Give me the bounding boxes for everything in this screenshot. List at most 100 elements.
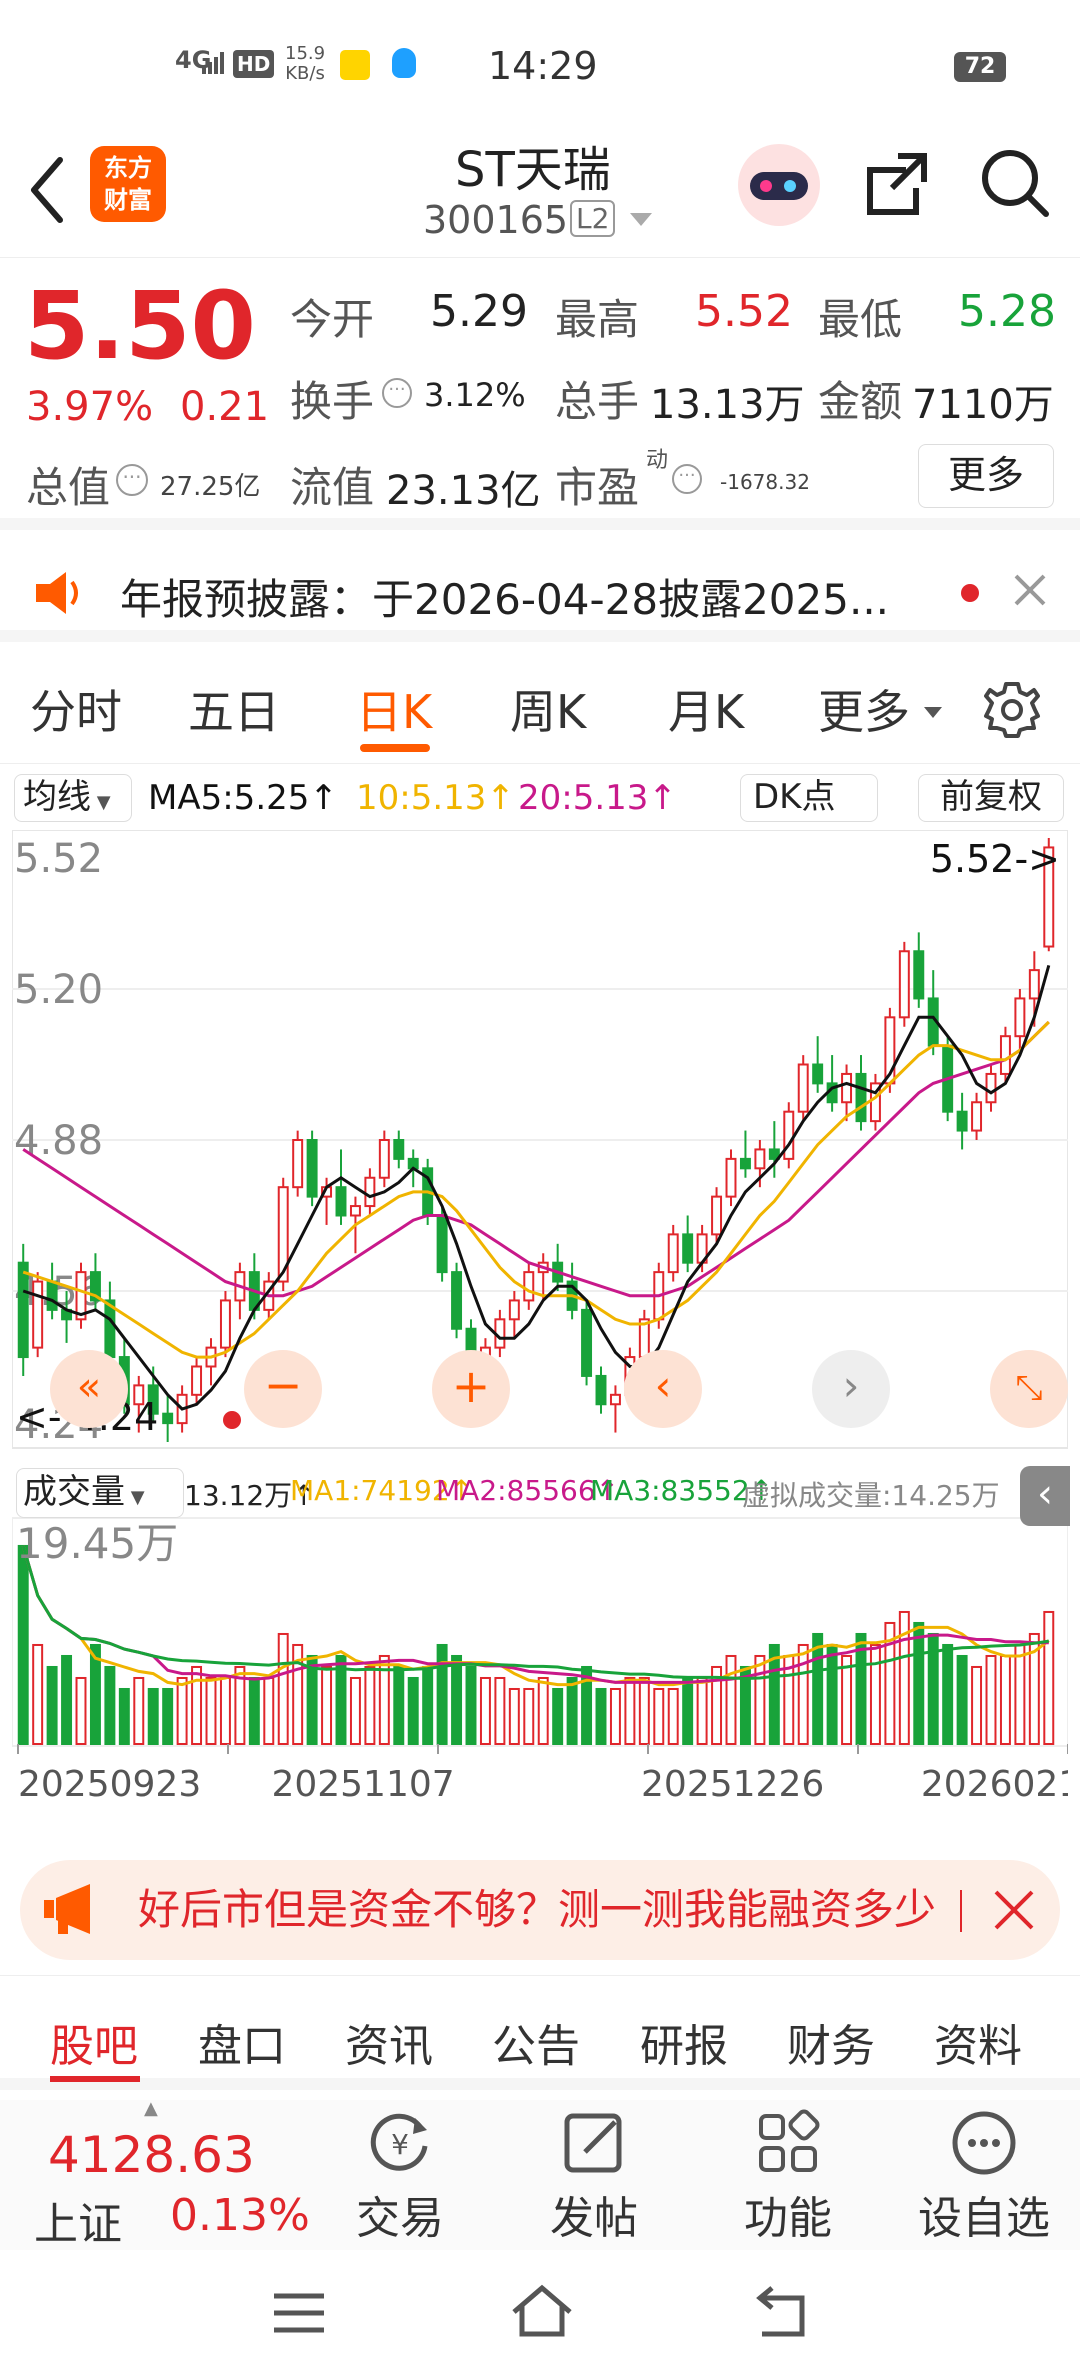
tab-financials[interactable]: 财务	[787, 2010, 875, 2074]
level2-badge[interactable]: L2	[570, 200, 616, 237]
volume-bar	[32, 1643, 44, 1746]
tab-research[interactable]: 研报	[640, 2010, 728, 2074]
tab-news[interactable]: 资讯	[345, 2010, 433, 2074]
stock-code: 300165	[423, 198, 569, 242]
signal-icon	[202, 52, 224, 74]
divider	[960, 1890, 962, 1932]
dk-point-toggle[interactable]: DK点	[740, 774, 878, 822]
quote-panel: 5.50 3.97% 0.21 总值 ··· 27.25亿 今开 5.29 最高…	[0, 258, 1080, 530]
candle-body	[581, 1308, 593, 1377]
chevron-down-icon[interactable]	[630, 212, 652, 231]
active-tab-indicator	[50, 2076, 140, 2082]
amount: 7110万	[912, 382, 1054, 428]
info-icon[interactable]: ···	[116, 464, 148, 496]
tab-weekly-k[interactable]: 周K	[510, 676, 586, 742]
volume-bar	[595, 1687, 607, 1745]
back-nav-icon[interactable]	[752, 2284, 810, 2342]
info-icon[interactable]: ···	[672, 464, 702, 494]
scroll-left-fast-icon[interactable]: «	[50, 1350, 128, 1428]
float-cap: 23.13亿	[386, 468, 541, 514]
close-icon[interactable]	[992, 1888, 1036, 1936]
add-watchlist-button[interactable]: 设自选	[904, 2108, 1064, 2248]
candle-body	[378, 1139, 390, 1179]
market-cap: 27.25亿	[160, 472, 261, 502]
zoom-out-icon[interactable]: −	[244, 1350, 322, 1428]
indicator-selector[interactable]: 均线 ▼	[14, 774, 132, 822]
functions-button[interactable]: 功能	[728, 2108, 848, 2248]
adjust-selector[interactable]: 前复权	[918, 774, 1064, 822]
tab-monthly-k[interactable]: 月K	[668, 676, 744, 742]
gear-icon[interactable]	[980, 678, 1044, 746]
candle-body	[32, 1280, 44, 1349]
volume-bar	[17, 1544, 29, 1746]
volume-bar	[364, 1665, 376, 1745]
volume-bar	[1014, 1643, 1026, 1746]
trade-button[interactable]: ¥ 交易	[340, 2108, 460, 2248]
turnover-rate: 3.12%	[424, 376, 526, 414]
turnover-label: 换手	[290, 377, 375, 426]
ma5-value: MA5:5.25↑	[148, 778, 338, 818]
volume-bar	[552, 1687, 564, 1745]
index-value: 4128.63	[48, 2126, 255, 2184]
speaker-icon	[32, 568, 88, 622]
ma20-value: 20:5.13↑	[518, 778, 677, 818]
candle-body	[754, 1148, 766, 1170]
fullscreen-icon[interactable]: ⤡	[990, 1350, 1068, 1428]
y-tick-label: 5.52	[14, 836, 103, 882]
candle-body	[913, 950, 925, 1000]
home-icon[interactable]	[510, 2284, 574, 2342]
candle-body	[191, 1365, 203, 1396]
index-ticker[interactable]: ▲ 4128.63 上证 0.13%	[0, 2098, 310, 2250]
tab-announcements[interactable]: 公告	[492, 2010, 580, 2074]
candle-body	[841, 1072, 853, 1104]
more-button[interactable]: 更多	[918, 444, 1054, 508]
tab-five-day[interactable]: 五日	[188, 676, 280, 742]
tab-forum[interactable]: 股吧	[50, 2010, 138, 2074]
info-icon[interactable]: ···	[382, 378, 412, 408]
candle-body	[436, 1214, 448, 1274]
volume-bar	[219, 1676, 231, 1745]
share-icon[interactable]	[862, 148, 932, 222]
virtual-volume: 虚拟成交量:14.25万	[742, 1479, 1000, 1512]
tab-intraday[interactable]: 分时	[30, 676, 122, 742]
scroll-right-icon[interactable]: ›	[812, 1350, 890, 1428]
volume-bar	[205, 1676, 217, 1745]
candle-body	[1028, 969, 1040, 1000]
volume-bar	[176, 1676, 188, 1745]
back-icon[interactable]	[22, 150, 72, 230]
market-cap-label: 总值	[26, 463, 111, 512]
close-icon[interactable]	[1010, 570, 1050, 614]
kline-chart[interactable]: 5.525.204.884.564.245.52-><- 4.2419.45万2…	[11, 829, 1080, 1840]
volume-bar	[75, 1676, 87, 1745]
megaphone-icon	[42, 1882, 100, 1940]
promo-banner[interactable]: 好后市但是资金不够？测一测我能融资多少	[20, 1860, 1060, 1960]
pe-ratio: -1678.32	[720, 470, 810, 494]
volume-bar	[104, 1665, 116, 1745]
ma10-value: 10:5.13↑	[356, 778, 515, 818]
status-bar: 4G HD 15.9 KB/s 14:29 72	[0, 0, 1080, 130]
candle-body	[508, 1299, 520, 1321]
zoom-in-icon[interactable]: +	[432, 1350, 510, 1428]
volume-bar	[263, 1676, 275, 1745]
open-price: 5.29	[430, 286, 528, 337]
collapse-panel-icon[interactable]: ‹	[1020, 1466, 1070, 1526]
search-icon[interactable]	[978, 146, 1050, 222]
volume-bar	[61, 1654, 73, 1745]
clock: 14:29	[488, 44, 598, 88]
post-button[interactable]: 发帖	[534, 2108, 654, 2248]
menu-icon[interactable]	[272, 2290, 326, 2340]
candle-body	[667, 1233, 679, 1274]
volume-selector[interactable]: 成交量 ▼	[16, 1468, 184, 1518]
tab-daily-k[interactable]: 日K	[356, 676, 432, 742]
candle-body	[292, 1139, 304, 1189]
ai-assistant-icon[interactable]	[738, 144, 820, 226]
scroll-left-icon[interactable]: ‹	[624, 1350, 702, 1428]
yuan-refresh-icon: ¥	[370, 2113, 428, 2171]
dropdown-icon[interactable]	[924, 704, 942, 723]
tab-more[interactable]: 更多	[818, 676, 910, 742]
notice-bar[interactable]: 年报预披露：于2026-04-28披露2025...	[0, 542, 1080, 642]
app-logo[interactable]: 东方 财富	[90, 146, 166, 222]
volume-bar	[638, 1676, 650, 1745]
tab-profile[interactable]: 资料	[934, 2010, 1022, 2074]
tab-orderbook[interactable]: 盘口	[198, 2010, 286, 2074]
